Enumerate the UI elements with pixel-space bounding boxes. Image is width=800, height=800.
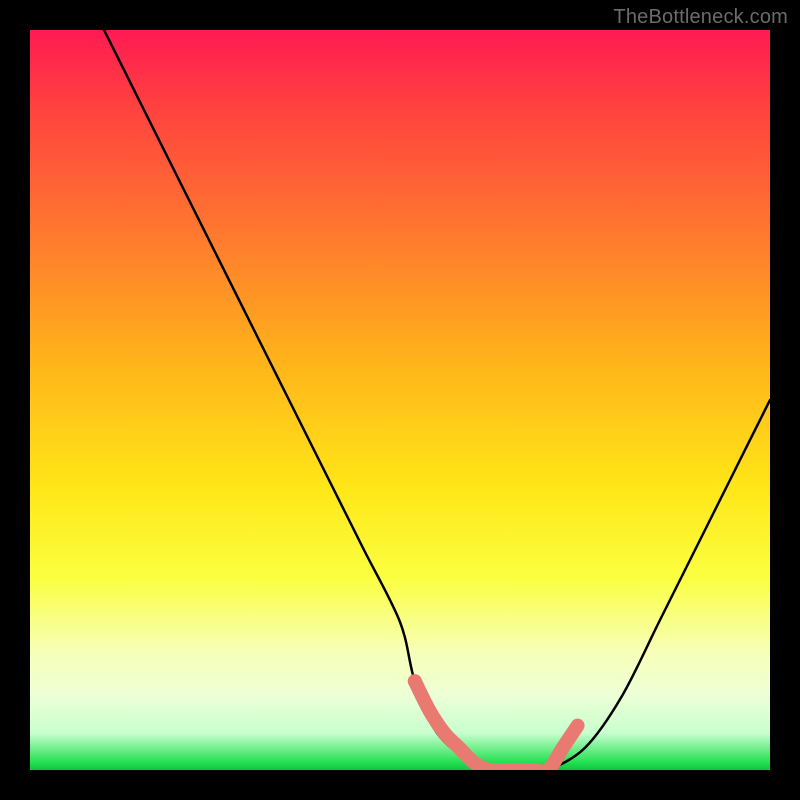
optimal-band: [415, 681, 578, 770]
plot-area: [30, 30, 770, 770]
optimal-band-dot: [423, 704, 437, 718]
optimal-band-dot: [408, 674, 422, 688]
chart-frame: TheBottleneck.com: [0, 0, 800, 800]
curve-layer: [30, 30, 770, 770]
bottleneck-curve: [104, 30, 770, 770]
watermark-text: TheBottleneck.com: [613, 6, 788, 29]
